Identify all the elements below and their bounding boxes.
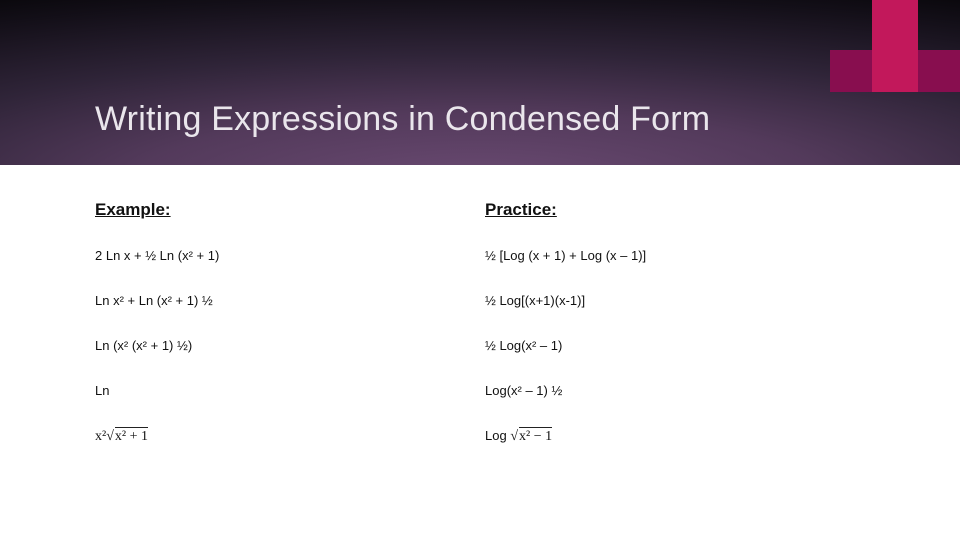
practice-heading: Practice: <box>485 200 875 220</box>
practice-column: Practice: ½ [Log (x + 1) + Log (x – 1)] … <box>485 200 875 474</box>
sqrt-icon: √ <box>106 429 114 444</box>
sqrt-contents: x² − 1 <box>519 427 552 444</box>
example-heading: Example: <box>95 200 485 220</box>
slide-title: Writing Expressions in Condensed Form <box>95 100 710 139</box>
practice-row: Log(x² – 1) ½ <box>485 383 875 400</box>
example-column: Example: 2 Ln x + ½ Ln (x² + 1) Ln x² + … <box>95 200 485 474</box>
example-row: 2 Ln x + ½ Ln (x² + 1) <box>95 248 485 265</box>
practice-row: ½ Log(x² – 1) <box>485 338 875 355</box>
practice-row: ½ Log[(x+1)(x-1)] <box>485 293 875 310</box>
practice-math: Log √x² − 1 <box>485 428 875 446</box>
accent-bar-tall <box>872 0 918 92</box>
example-row: Ln <box>95 383 485 400</box>
sqrt-icon: √ <box>510 429 518 444</box>
slide: Writing Expressions in Condensed Form Ex… <box>0 0 960 540</box>
example-row: Ln (x² (x² + 1) ½) <box>95 338 485 355</box>
math-x-squared: x² <box>95 429 106 444</box>
slide-header: Writing Expressions in Condensed Form <box>0 0 960 165</box>
example-row: Ln x² + Ln (x² + 1) ½ <box>95 293 485 310</box>
sqrt-contents: x² + 1 <box>115 427 148 444</box>
example-math: x²√x² + 1 <box>95 428 485 446</box>
slide-content: Example: 2 Ln x + ½ Ln (x² + 1) Ln x² + … <box>95 200 875 474</box>
log-prefix: Log <box>485 428 510 443</box>
practice-row: ½ [Log (x + 1) + Log (x – 1)] <box>485 248 875 265</box>
